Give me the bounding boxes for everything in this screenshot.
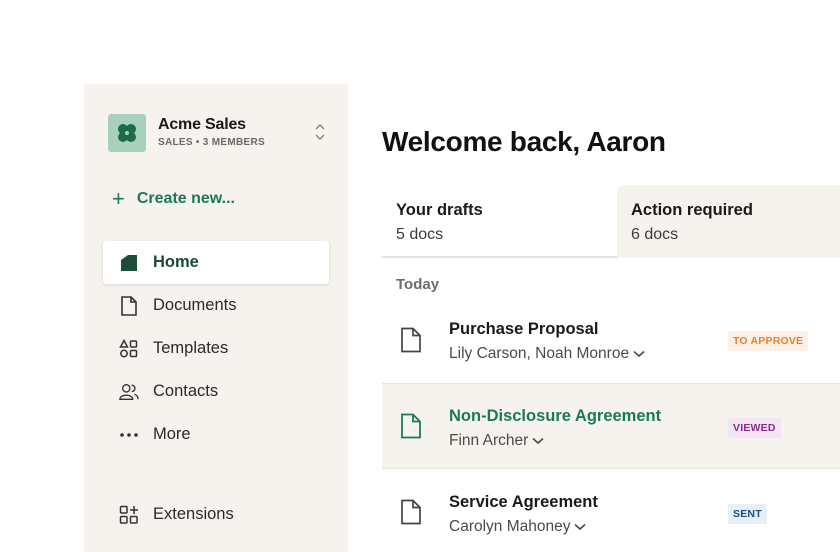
sidebar-item-label: Home xyxy=(153,253,199,271)
document-icon xyxy=(119,295,139,316)
status-badge: TO APPROVE xyxy=(728,331,809,351)
more-icon xyxy=(119,425,139,445)
page-title: Welcome back, Aaron xyxy=(382,126,666,157)
document-recipients[interactable]: Carolyn Mahoney xyxy=(449,518,587,536)
chevron-down-icon xyxy=(574,518,587,536)
recipient-names: Finn Archer xyxy=(449,432,529,449)
document-recipients[interactable]: Finn Archer xyxy=(449,432,544,450)
create-new-label: Create new... xyxy=(136,190,235,207)
workspace-switcher[interactable]: Acme Sales SALES • 3 MEMBERS xyxy=(108,112,328,152)
recipient-names: Carolyn Mahoney xyxy=(449,518,571,535)
section-heading: Today xyxy=(396,276,440,293)
chevron-updown-icon[interactable] xyxy=(312,122,328,142)
extensions-icon xyxy=(119,505,139,525)
document-title[interactable]: Purchase Proposal xyxy=(449,320,598,339)
chevron-down-icon xyxy=(633,345,645,363)
sidebar-item-label: More xyxy=(153,425,191,443)
sidebar-item-label: Contacts xyxy=(153,382,219,400)
table-row[interactable]: Purchase Proposal Lily Carson, Noah Monr… xyxy=(382,305,840,391)
document-icon xyxy=(400,499,422,525)
sidebar-item-contacts[interactable]: Contacts xyxy=(103,370,329,413)
tab-count: 6 docs xyxy=(631,226,679,243)
home-icon xyxy=(119,253,139,273)
create-new-button[interactable]: + Create new... xyxy=(112,186,235,212)
sidebar-item-more[interactable]: More xyxy=(103,413,329,456)
contacts-icon xyxy=(119,382,139,402)
sidebar-item-templates[interactable]: Templates xyxy=(103,327,329,370)
chevron-down-icon xyxy=(532,432,544,450)
status-badge: SENT xyxy=(728,504,767,524)
doc-tabs: Your drafts 5 docs Action required 6 doc… xyxy=(382,185,840,258)
table-row[interactable]: Non-Disclosure Agreement Finn Archer VIE… xyxy=(382,383,840,469)
sidebar-item-label: Documents xyxy=(153,296,237,314)
workspace-subtitle: SALES • 3 MEMBERS xyxy=(158,137,265,148)
tab-title: Your drafts xyxy=(396,201,483,219)
templates-icon xyxy=(119,338,139,359)
table-row[interactable]: Service Agreement Carolyn Mahoney SENT xyxy=(382,470,840,552)
sidebar-nav: Home Documents Templates Contacts More E… xyxy=(103,241,329,524)
document-icon xyxy=(400,413,422,439)
recipient-names: Lily Carson, Noah Monroe xyxy=(449,345,630,362)
document-title[interactable]: Service Agreement xyxy=(449,493,598,512)
document-title[interactable]: Non-Disclosure Agreement xyxy=(449,407,661,426)
sidebar-item-label: Extensions xyxy=(153,505,234,523)
tab-your-drafts[interactable]: Your drafts 5 docs xyxy=(382,185,617,258)
tab-count: 5 docs xyxy=(396,226,444,243)
clover-logo-icon xyxy=(108,114,146,152)
sidebar: Acme Sales SALES • 3 MEMBERS + Create ne… xyxy=(84,84,348,552)
workspace-name: Acme Sales xyxy=(158,116,246,133)
tab-title: Action required xyxy=(631,201,753,219)
status-badge: VIEWED xyxy=(728,418,781,438)
sidebar-item-home[interactable]: Home xyxy=(103,241,329,284)
sidebar-item-extensions[interactable]: Extensions xyxy=(103,493,329,536)
plus-icon: + xyxy=(112,186,125,211)
sidebar-item-label: Templates xyxy=(153,339,229,357)
main-content: Welcome back, Aaron Your drafts 5 docs A… xyxy=(382,0,840,552)
sidebar-item-documents[interactable]: Documents xyxy=(103,284,329,327)
document-icon xyxy=(400,327,422,353)
document-recipients[interactable]: Lily Carson, Noah Monroe xyxy=(449,345,645,363)
tab-action-required[interactable]: Action required 6 docs xyxy=(617,185,840,258)
